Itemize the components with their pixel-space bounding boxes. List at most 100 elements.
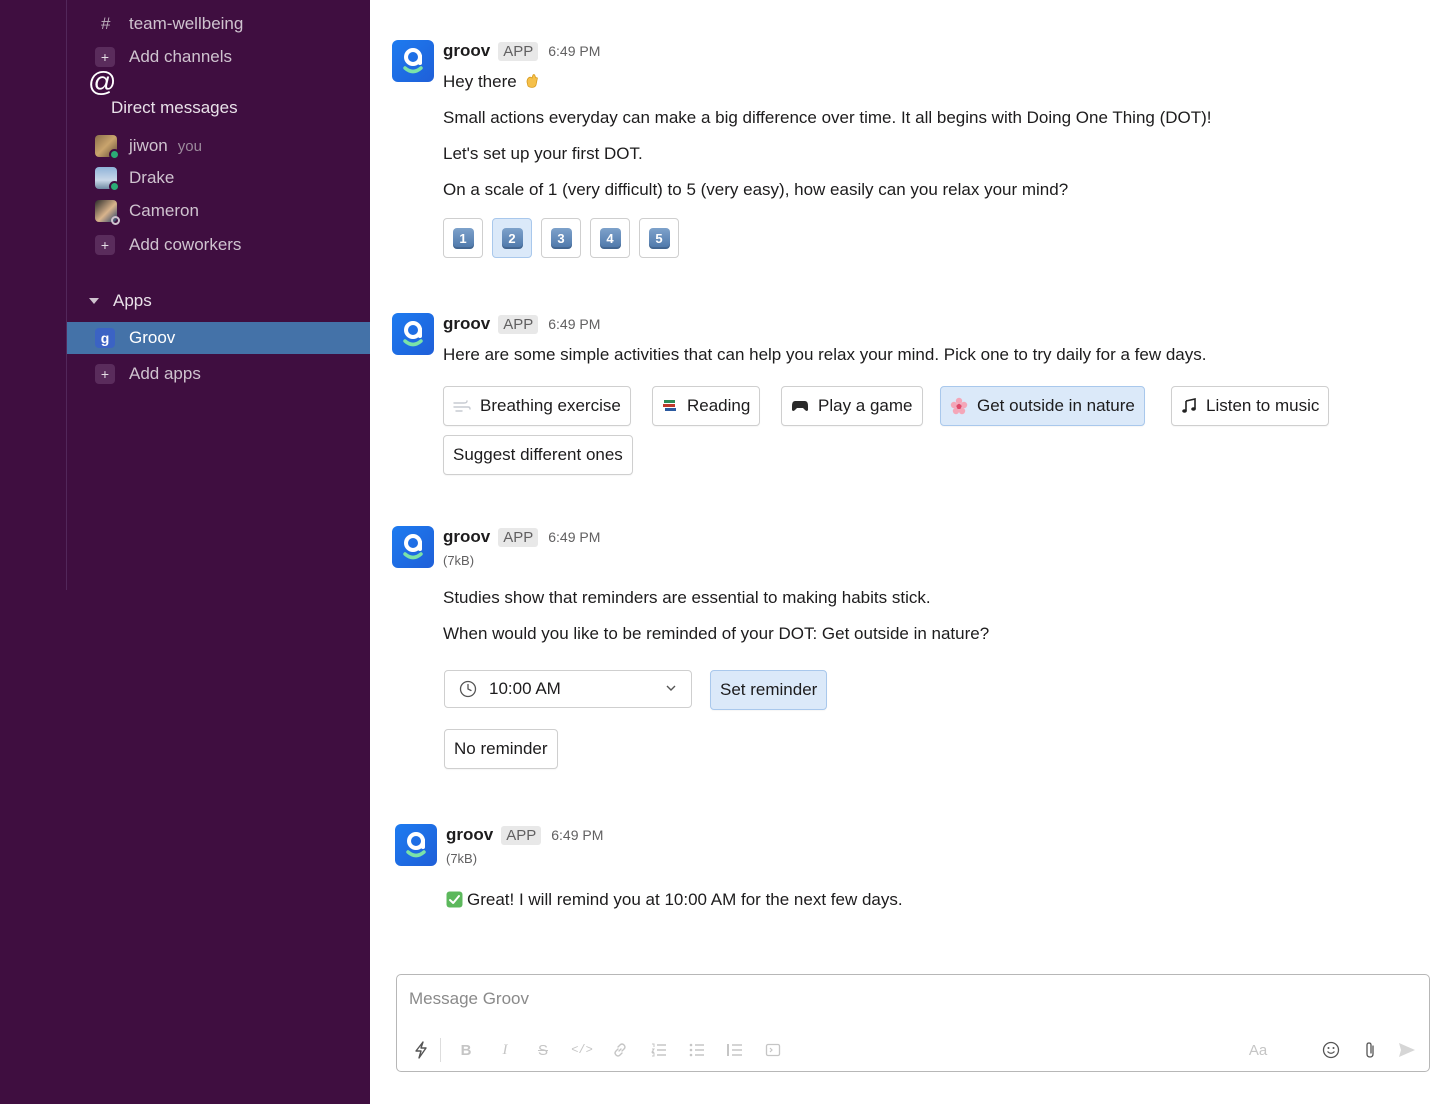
selected-time: 10:00 AM	[489, 679, 561, 698]
formatting-toggle-button[interactable]: Aa	[1245, 1039, 1271, 1061]
set-reminder-button[interactable]: Set reminder	[710, 670, 828, 710]
no-reminder-button[interactable]: No reminder	[444, 729, 558, 769]
keycap-5-icon: 5	[648, 227, 670, 249]
keycap-1-icon: 1	[452, 227, 474, 249]
bold-icon[interactable]: B	[454, 1039, 478, 1061]
groov-avatar[interactable]	[392, 40, 434, 82]
groov-logo-icon	[403, 48, 423, 74]
sidebar: # team-wellbeing + Add channels @ Direct…	[0, 0, 370, 1104]
activity-breathing-exercise-button[interactable]: Breathing exercise	[443, 386, 631, 426]
message-line: On a scale of 1 (very difficult) to 5 (v…	[443, 180, 1069, 199]
add-apps-label: Add apps	[129, 364, 201, 383]
attachment-icon[interactable]	[1358, 1039, 1382, 1061]
attachment-size: (7kB)	[443, 553, 475, 568]
add-coworkers-button[interactable]: + Add coworkers	[67, 229, 370, 261]
app-badge: APP	[498, 527, 539, 547]
suggest-different-ones-button[interactable]: Suggest different ones	[443, 435, 633, 475]
groov-avatar[interactable]	[392, 526, 434, 568]
bulleted-list-icon[interactable]	[685, 1039, 709, 1061]
no-reminder-label: No reminder	[454, 739, 548, 758]
groov-avatar[interactable]	[392, 313, 434, 355]
caret-down-icon	[89, 298, 99, 304]
groov-avatar[interactable]	[395, 824, 437, 866]
app-badge: APP	[498, 314, 539, 334]
wind-icon	[453, 399, 471, 413]
sidebar-dm-jiwon[interactable]: jiwon you	[67, 130, 370, 162]
scale-button-4[interactable]: 4	[590, 218, 630, 258]
apps-section[interactable]: Apps	[85, 287, 370, 315]
sender-name[interactable]: groov	[443, 314, 490, 334]
activity-reading-button[interactable]: Reading	[652, 386, 761, 426]
confirmation-text: Great! I will remind you at 10:00 AM for…	[446, 890, 903, 910]
reminder-time-select[interactable]: 10:00 AM	[444, 670, 692, 708]
ordered-list-icon[interactable]	[647, 1039, 671, 1061]
sidebar-divider	[66, 0, 67, 590]
scale-button-1[interactable]: 1	[443, 218, 483, 258]
avatar	[95, 200, 120, 225]
groov-app-icon: g	[95, 328, 115, 348]
sender-name[interactable]: groov	[443, 527, 490, 547]
emoji-icon[interactable]	[1319, 1039, 1343, 1061]
timestamp[interactable]: 6:49 PM	[548, 316, 600, 332]
sidebar-app-groov[interactable]: g Groov	[67, 322, 370, 354]
apps-label: Apps	[113, 291, 152, 310]
sidebar-dm-drake[interactable]: Drake	[67, 162, 370, 194]
clock-icon	[459, 680, 477, 698]
direct-messages-section[interactable]: Direct messages	[85, 94, 370, 122]
code-block-icon[interactable]	[761, 1039, 785, 1061]
scale-button-3[interactable]: 3	[541, 218, 581, 258]
strikethrough-icon[interactable]: S	[531, 1039, 555, 1061]
activity-get-outside-in-nature-button[interactable]: Get outside in nature	[940, 386, 1145, 426]
waving-hand-icon	[524, 73, 540, 89]
message-line: Here are some simple activities that can…	[443, 345, 1207, 364]
blockquote-icon[interactable]	[723, 1039, 747, 1061]
music-note-icon	[1181, 398, 1197, 414]
italic-icon[interactable]: I	[493, 1039, 517, 1061]
hash-icon: #	[101, 14, 111, 33]
plus-icon: +	[95, 364, 115, 384]
presence-active-icon	[109, 181, 120, 192]
sender-name[interactable]: groov	[446, 825, 493, 845]
keycap-2-icon: 2	[501, 227, 523, 249]
groov-logo-icon	[403, 321, 423, 347]
at-mention-icon: @	[88, 66, 117, 97]
message-line: Let's set up your first DOT.	[443, 144, 643, 163]
message-line: Small actions everyday can make a big di…	[443, 108, 1212, 127]
option-label: Breathing exercise	[480, 396, 621, 415]
option-label: Reading	[687, 396, 751, 415]
scale-button-2[interactable]: 2	[492, 218, 532, 258]
add-apps-button[interactable]: + Add apps	[67, 358, 370, 390]
timestamp[interactable]: 6:49 PM	[548, 43, 600, 59]
check-mark-icon	[446, 891, 463, 908]
message-line: When would you like to be reminded of yo…	[443, 624, 990, 643]
link-icon[interactable]	[608, 1039, 632, 1061]
message-composer: B I S </> Aa	[396, 974, 1430, 1072]
activity-play-a-game-button[interactable]: Play a game	[781, 386, 923, 426]
message-input[interactable]	[409, 989, 1309, 1009]
sender-name[interactable]: groov	[443, 41, 490, 61]
timestamp[interactable]: 6:49 PM	[548, 529, 600, 545]
code-icon[interactable]: </>	[570, 1039, 594, 1061]
app-badge: APP	[498, 41, 539, 61]
option-label: Listen to music	[1206, 396, 1320, 415]
attachment-size: (7kB)	[446, 851, 478, 866]
channel-label: team-wellbeing	[129, 14, 244, 33]
activity-listen-to-music-button[interactable]: Listen to music	[1171, 386, 1330, 426]
plus-icon: +	[95, 235, 115, 255]
send-icon[interactable]	[1395, 1039, 1419, 1061]
app-badge: APP	[501, 825, 542, 845]
timestamp[interactable]: 6:49 PM	[551, 827, 603, 843]
app-name: Groov	[129, 328, 176, 347]
message-header: groov APP 6:49 PM	[443, 40, 600, 62]
greeting-text: Hey there	[443, 72, 540, 92]
toolbar-divider	[440, 1038, 441, 1062]
add-channels-label: Add channels	[129, 47, 233, 66]
sidebar-channel-team-wellbeing[interactable]: # team-wellbeing	[67, 8, 370, 40]
shortcuts-lightning-icon[interactable]	[409, 1039, 433, 1061]
sidebar-dm-cameron[interactable]: Cameron	[67, 195, 370, 227]
direct-messages-label: Direct messages	[111, 98, 238, 117]
plus-icon: +	[95, 47, 115, 67]
keycap-3-icon: 3	[550, 227, 572, 249]
you-label: you	[177, 137, 202, 155]
scale-button-5[interactable]: 5	[639, 218, 679, 258]
